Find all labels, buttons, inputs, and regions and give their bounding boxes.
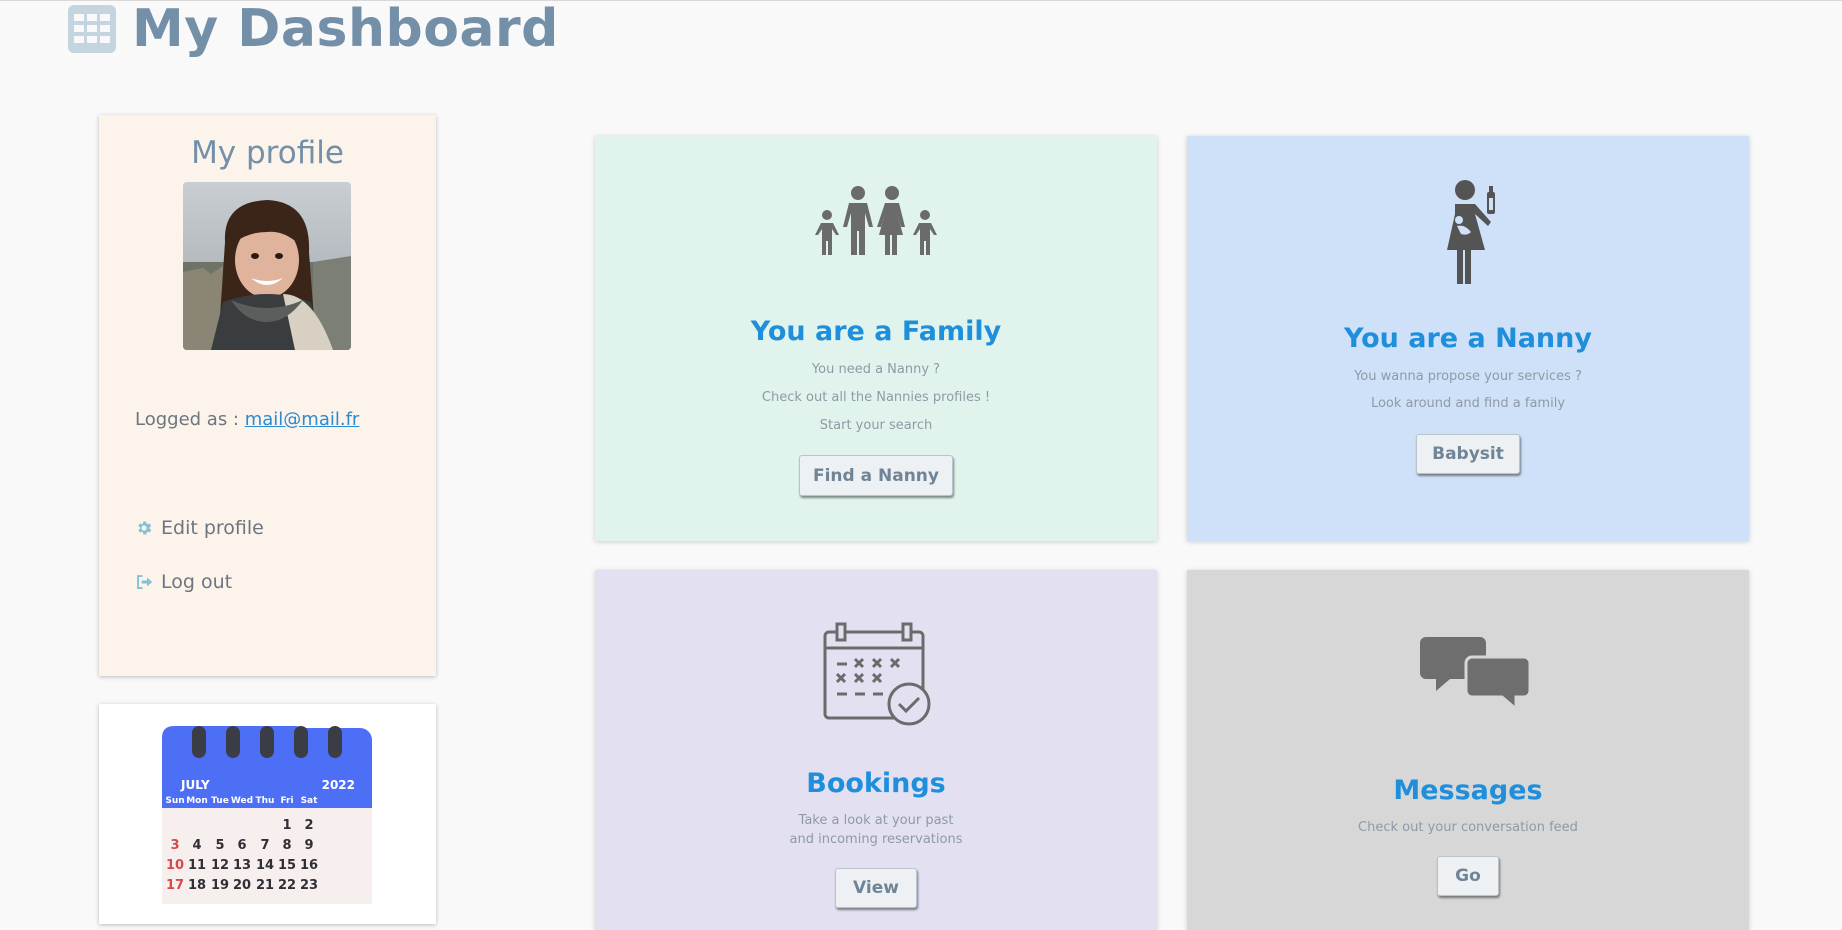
calendar-date: 14: [256, 858, 274, 873]
calendar-date: 23: [300, 878, 318, 893]
babysit-button[interactable]: Babysit: [1416, 434, 1520, 474]
calendar-day-header: Sun: [165, 796, 184, 806]
messages-card: Messages Check out your conversation fee…: [1187, 570, 1749, 930]
edit-profile-label: Edit profile: [161, 517, 264, 539]
calendar-date: 6: [237, 838, 246, 853]
calendar-date: 4: [192, 838, 201, 853]
calendar-date: 21: [256, 878, 274, 893]
page-title: My Dashboard: [132, 0, 559, 59]
calendar-illustration: JULY 2022 Sun Mon Tue Wed Thu Fri Sat 1 23 4 5 6 7 8…: [162, 726, 372, 904]
nanny-card: You are a Nanny You wanna propose your s…: [1187, 136, 1749, 541]
profile-title: My profile: [191, 135, 344, 171]
calendar-day-header: Fri: [280, 796, 293, 806]
calendar-month: JULY: [180, 778, 210, 792]
calendar-date: 17: [166, 878, 184, 893]
calendar-day-header: Sat: [301, 796, 319, 806]
calendar-day-header: Thu: [256, 796, 275, 806]
bookings-card-title: Bookings: [806, 768, 946, 799]
nanny-card-line1: You wanna propose your services ?: [1354, 369, 1582, 384]
sign-out-icon: [137, 575, 153, 589]
calendar-date: 3: [170, 838, 179, 853]
calendar-date: 12: [211, 858, 229, 873]
bookings-card-line2: and incoming reservations: [789, 832, 963, 847]
logout-link[interactable]: Log out: [135, 571, 232, 593]
avatar: [183, 182, 351, 350]
logged-as-text: Logged as : mail@mail.fr: [135, 409, 359, 430]
messages-card-title: Messages: [1393, 775, 1543, 806]
go-messages-button[interactable]: Go: [1437, 856, 1499, 896]
nanny-card-title: You are a Nanny: [1344, 323, 1592, 354]
bookings-card-line1: Take a look at your past: [798, 813, 954, 828]
logout-label: Log out: [161, 571, 233, 593]
calendar-day-header: Wed: [231, 796, 253, 806]
family-icon: [815, 186, 937, 255]
calendar-date: 10: [166, 858, 184, 873]
family-card-line3: Start your search: [819, 418, 933, 433]
find-nanny-button[interactable]: Find a Nanny: [799, 455, 953, 496]
calendar-date: 22: [278, 878, 296, 893]
logged-as-label: Logged as :: [135, 409, 245, 430]
calendar-date: 11: [188, 858, 206, 873]
calendar-date: 18: [188, 878, 206, 893]
family-card-title: You are a Family: [750, 316, 1002, 347]
family-card-line2: Check out all the Nannies profiles !: [761, 390, 991, 405]
calendar-date: 5: [215, 838, 224, 853]
nanny-card-line2: Look around and find a family: [1370, 396, 1566, 411]
profile-card: My profile Logged as : mail@mail.fr Edit…: [99, 115, 436, 676]
calendar-date: 9: [304, 838, 313, 853]
bookings-card: Bookings Take a look at your past and in…: [595, 570, 1157, 930]
calendar-date: 7: [260, 838, 269, 853]
nanny-icon: [1447, 180, 1495, 284]
calendar-date: 8: [282, 838, 291, 853]
calendar-date: 20: [233, 878, 251, 893]
calendar-day-header: Mon: [186, 796, 208, 806]
calendar-grid-icon: [68, 5, 116, 53]
calendar-date: 13: [233, 858, 251, 873]
calendar-date: 15: [278, 858, 296, 873]
calendar-card: JULY 2022 Sun Mon Tue Wed Thu Fri Sat 12345678…: [99, 704, 436, 924]
messages-card-line1: Check out your conversation feed: [1358, 820, 1578, 835]
family-card-line1: You need a Nanny ?: [811, 362, 941, 377]
gear-icon: [138, 521, 152, 535]
edit-profile-link[interactable]: Edit profile: [135, 517, 264, 539]
calendar-year: 2022: [322, 778, 355, 792]
view-bookings-button[interactable]: View: [835, 868, 917, 908]
family-card: You are a Family You need a Nanny ? Chec…: [595, 136, 1157, 541]
user-email-link[interactable]: mail@mail.fr: [245, 409, 360, 430]
calendar-date: 19: [211, 878, 229, 893]
calendar-date: 16: [300, 858, 318, 873]
calendar-date: 1: [282, 818, 291, 833]
calendar-check-icon: [823, 622, 931, 726]
calendar-date: 2: [304, 818, 313, 833]
calendar-day-header: Tue: [211, 796, 229, 806]
chat-bubbles-icon: [1420, 637, 1530, 711]
page-header: My Dashboard: [68, 0, 559, 59]
